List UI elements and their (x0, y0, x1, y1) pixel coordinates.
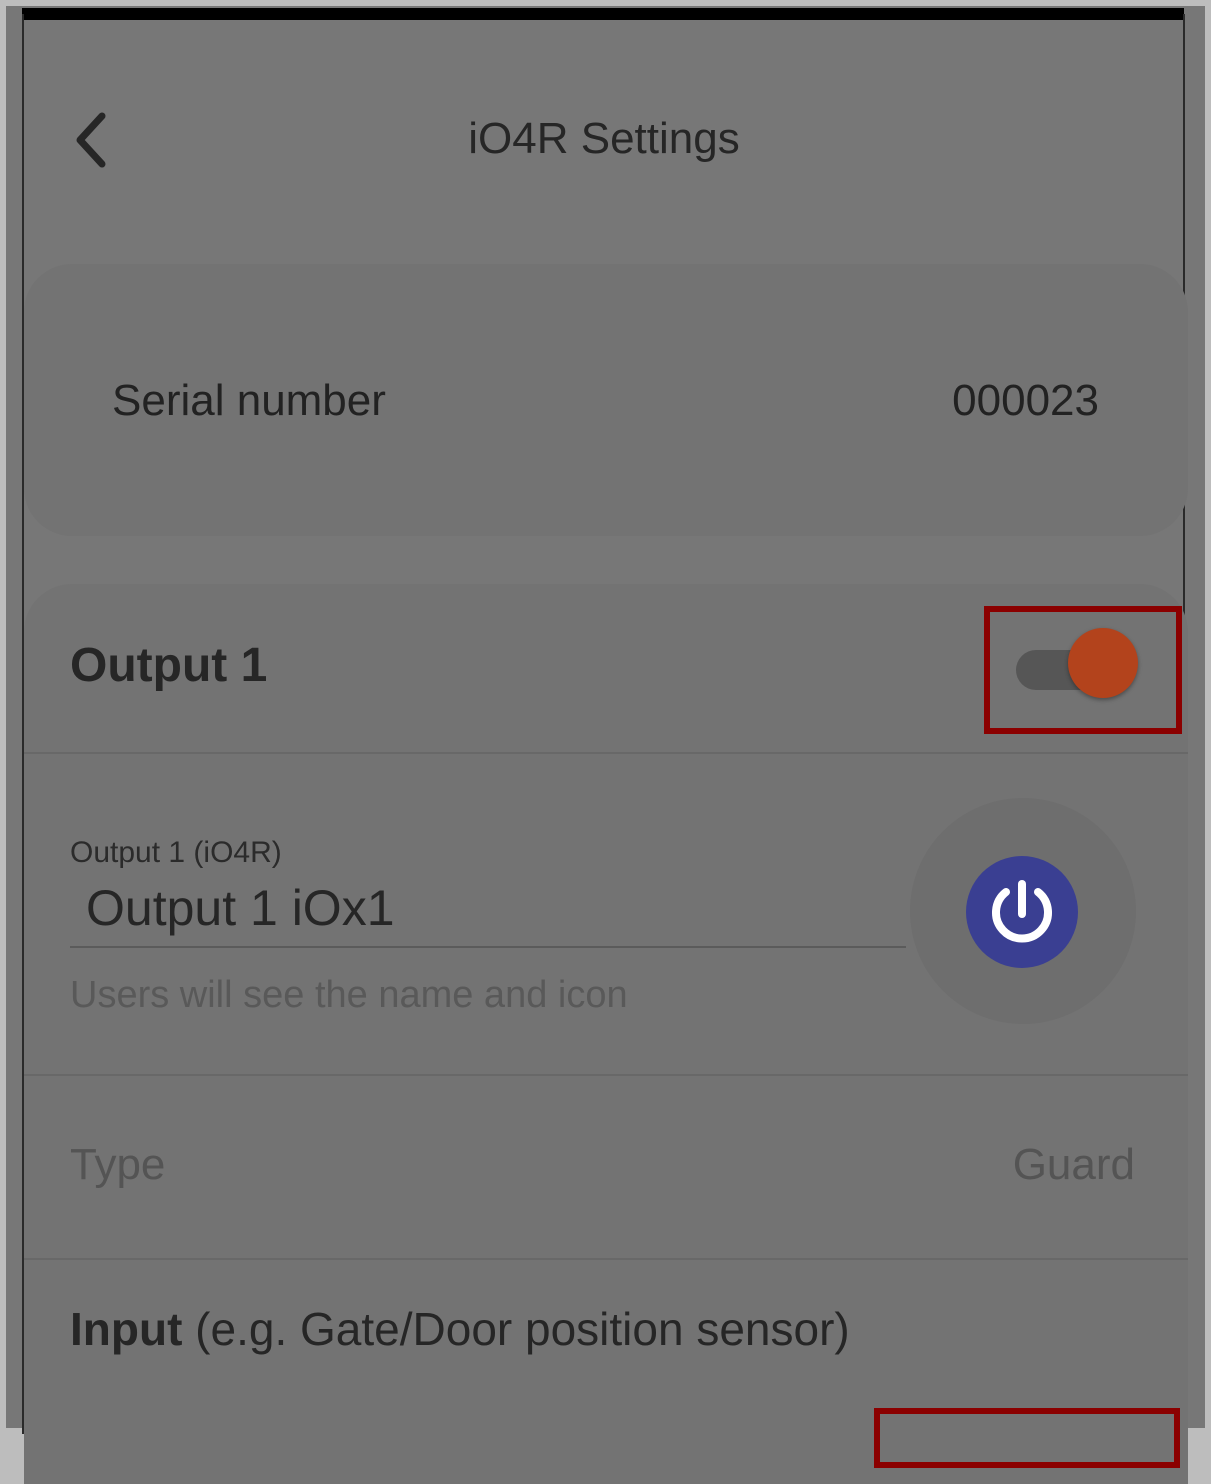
input-title-bold: Input (70, 1303, 183, 1355)
output-name-helper: Users will see the name and icon (70, 974, 628, 1016)
input-title-rest: (e.g. Gate/Door position sensor) (182, 1303, 850, 1355)
serial-number-label: Serial number (112, 376, 386, 425)
status-bar (22, 8, 1184, 20)
type-label[interactable]: Type (70, 1140, 165, 1190)
page-title: iO4R Settings (468, 114, 740, 163)
divider (24, 1258, 1188, 1260)
serial-number-value: 000023 (952, 376, 1099, 425)
highlight-box-bottom (874, 1408, 1180, 1468)
highlight-box-toggle (984, 606, 1182, 734)
output-icon-button[interactable] (910, 798, 1136, 1024)
divider (24, 1074, 1188, 1076)
output-name-label: Output 1 (iO4R) (70, 836, 282, 869)
divider (24, 752, 1188, 754)
power-icon-bg (966, 856, 1078, 968)
output-title: Output 1 (70, 639, 268, 692)
power-icon (992, 880, 1052, 943)
input-section-title: Input (e.g. Gate/Door position sensor) (70, 1302, 850, 1356)
output-name-input[interactable] (70, 870, 906, 948)
type-value[interactable]: Guard (1013, 1140, 1135, 1190)
